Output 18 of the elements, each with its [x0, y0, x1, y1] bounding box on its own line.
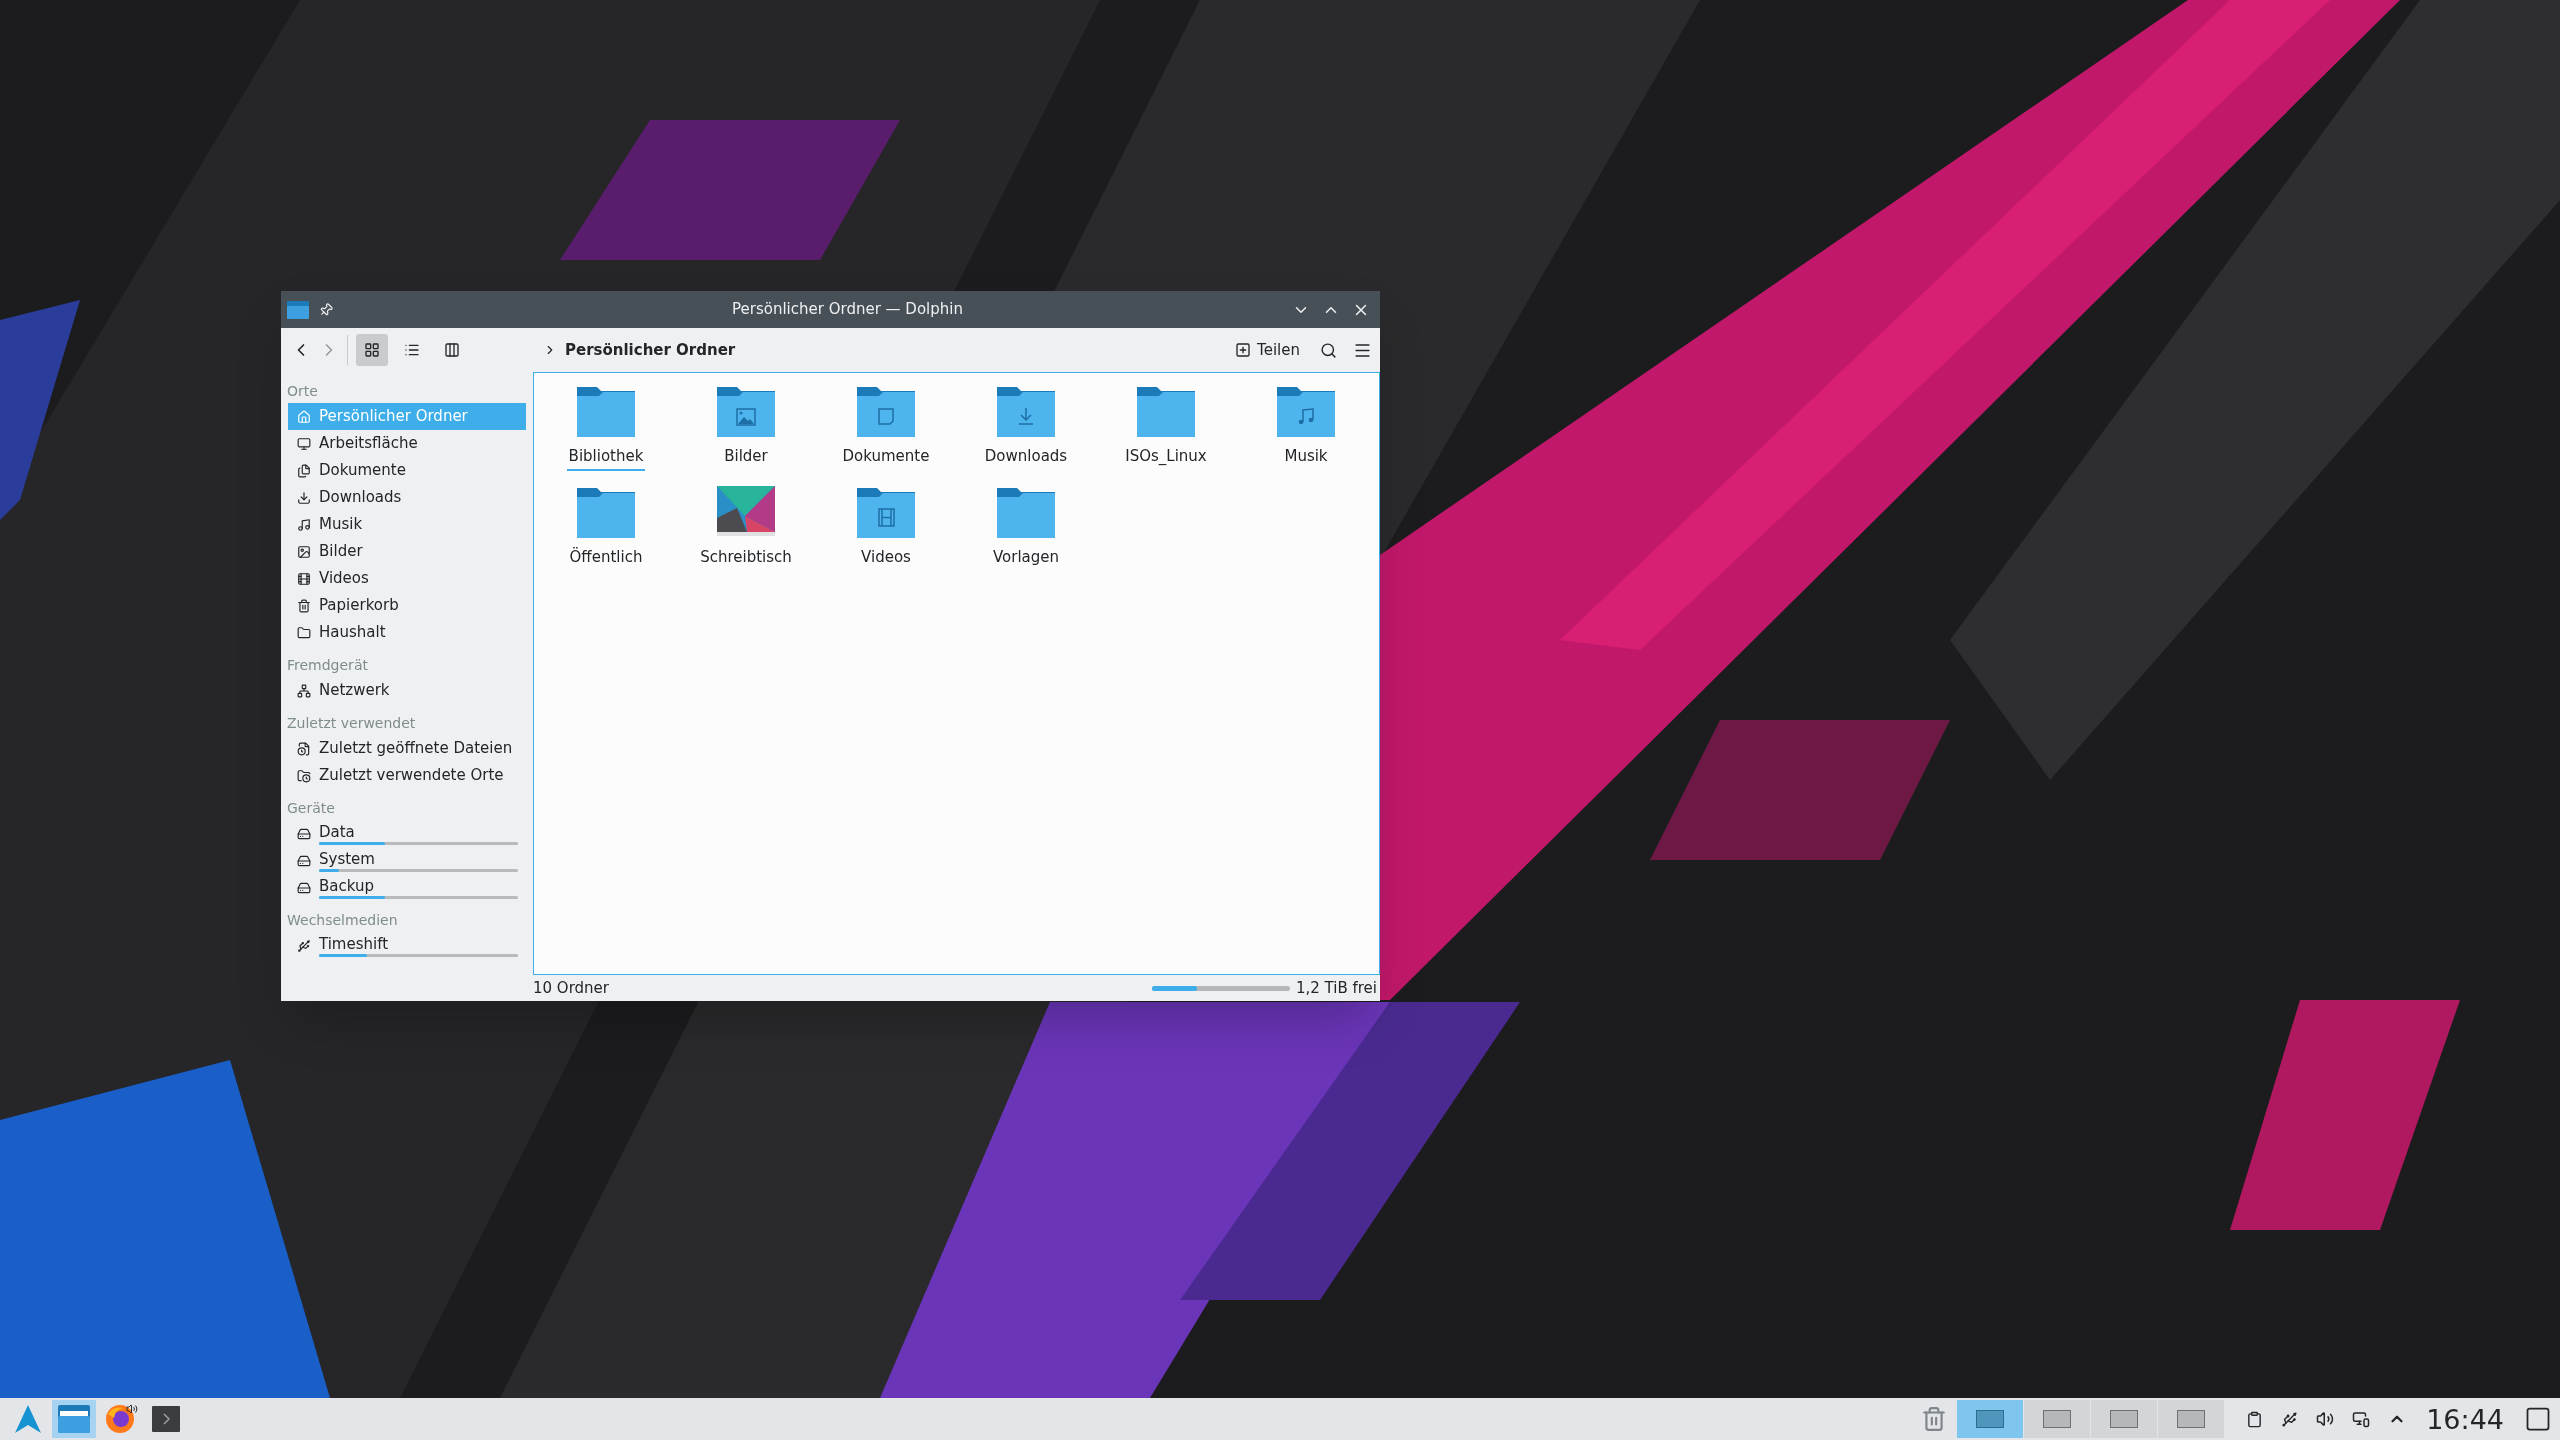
window-thumbnail	[2177, 1410, 2206, 1428]
desktop-pager-item[interactable]	[2024, 1400, 2091, 1438]
volume-icon[interactable]	[2316, 1410, 2335, 1428]
app-launcher-icon	[15, 1405, 41, 1433]
window-thumbnail	[1976, 1410, 2005, 1428]
desktop-pager-item[interactable]	[2091, 1400, 2158, 1438]
trash-icon[interactable]	[1921, 1406, 1948, 1432]
show-desktop-icon[interactable]	[2524, 1405, 2552, 1433]
browser-icon	[105, 1404, 135, 1434]
folder-icon	[58, 1405, 90, 1433]
terminal-icon	[152, 1406, 180, 1432]
clipboard-icon[interactable]	[2246, 1410, 2264, 1428]
window-thumbnail	[2110, 1410, 2139, 1428]
desktop-pager-item[interactable]	[1957, 1400, 2024, 1438]
clock[interactable]: 16:44	[2426, 1405, 2504, 1433]
window-thumbnail	[2043, 1410, 2072, 1428]
task-button[interactable]	[52, 1400, 96, 1438]
desktop-pager-item[interactable]	[2158, 1400, 2225, 1438]
